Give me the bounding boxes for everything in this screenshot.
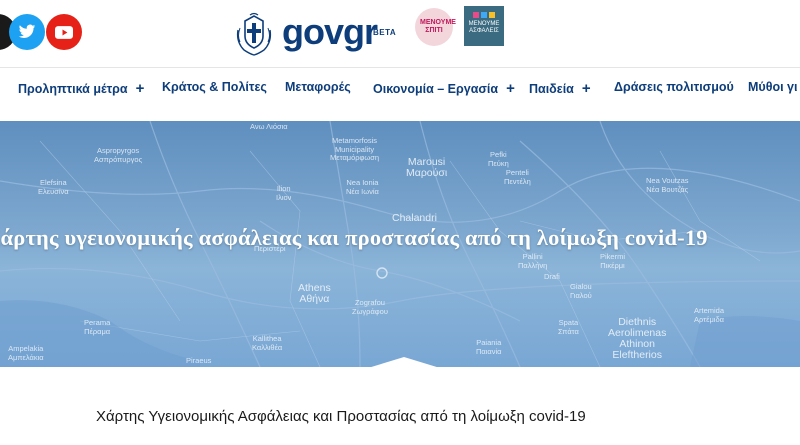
stay-safe-badge-label: ΜΕΝΟΥΜΕ ΑΣΦΑΛΕΙΣ [468,21,500,34]
map-label: Diethnis Aerolimenas Athinon Eleftherios [608,316,667,361]
badge-dots-icon [464,12,504,18]
nav-item-culture[interactable]: Δράσεις πολιτισμού [614,80,734,94]
nav-item-myths[interactable]: Μύθοι γι [748,80,797,94]
map-label: Drafi [544,272,560,281]
map-label: Athens Αθήνα [298,282,331,305]
beta-badge: BETA [373,28,397,37]
map-label: Nea Ionia Νέα Ιωνία [346,178,379,196]
greek-emblem-icon [234,12,274,56]
govgr-logo[interactable]: govgr [282,10,378,54]
page-subtitle: Χάρτης Υγειονομικής Ασφάλειας και Προστα… [96,408,586,425]
nav-item-transport[interactable]: Μεταφορές [285,80,351,94]
nav-item-preventive-measures[interactable]: Προληπτικά μέτρα + [18,80,144,97]
hero-banner: Ανω Λιόσια Metamorfosis Municipality Μετ… [0,121,800,367]
stay-home-badge[interactable]: ΜΕΝΟΥΜΕ ΣΠΙΤΙ [415,8,456,46]
map-label: Chalandri [392,212,437,224]
map-label: Paiania Παιανία [476,338,502,356]
map-label: Ανω Λιόσια [250,122,288,131]
nav-item-state-citizens[interactable]: Κράτος & Πολίτες [162,80,267,94]
stay-home-badge-label: ΜΕΝΟΥΜΕ ΣΠΙΤΙ [420,19,456,34]
nav-item-education[interactable]: Παιδεία + [529,80,591,97]
map-label: Metamorfosis Municipality Μεταμόρφωση [330,136,380,162]
map-label: Perama Πέραμα [84,318,111,336]
hero-notch [368,357,440,368]
map-label: Nea Voutzas Νέα Βουτζάς [646,176,689,194]
twitter-icon[interactable] [9,14,45,50]
map-label: Pallini Παλλήνη [518,252,548,270]
nav-item-label: Κράτος & Πολίτες [162,80,267,94]
nav-item-label: Δράσεις πολιτισμού [614,80,734,94]
map-label: Penteli Πεντέλη [504,168,531,186]
map-label: Ampelakia Αμπελάκια [8,344,44,362]
nav-item-label: Προληπτικά μέτρα [18,81,128,96]
stay-safe-badge[interactable]: ΜΕΝΟΥΜΕ ΑΣΦΑΛΕΙΣ [464,6,504,46]
map-label: Piraeus [186,356,212,365]
map-label: Pefki Πεύκη [488,150,509,168]
map-label: Ilion Ιλιον [276,184,292,202]
youtube-icon[interactable] [46,14,82,50]
map-label: Pikermi Πικέρμι [600,252,626,270]
map-label: Aspropyrgos Ασπρόπυργος [94,146,143,164]
logo-text-gov: gov [282,11,344,52]
nav-item-label: Μύθοι γι [748,80,798,94]
nav-item-label: Παιδεία [529,81,574,96]
main-navigation: Προληπτικά μέτρα + Κράτος & Πολίτες Μετα… [0,67,800,122]
map-label: Spata Σπάτα [558,318,579,336]
map-label: Marousi Μαρούσι [406,156,448,179]
map-label: Zografou Ζωγράφου [352,298,388,316]
nav-item-label: Μεταφορές [285,80,351,94]
nav-item-label: Οικονομία – Εργασία [373,81,499,96]
nav-item-economy-work[interactable]: Οικονομία – Εργασία + [373,80,515,97]
plus-icon[interactable]: + [582,80,591,97]
map-label: Artemida Αρτέμιδα [694,306,725,324]
map-label: Kallithea Καλλιθέα [252,334,283,352]
map-label: Elefsina Ελευσίνα [38,178,69,196]
plus-icon[interactable]: + [136,80,145,97]
map-label: Gialou Γιαλού [570,282,592,300]
logo-text-gr: gr [343,11,378,52]
plus-icon[interactable]: + [506,80,515,97]
hero-title-text: Χάρτης υγειονομικής ασφάλειας και προστα… [0,225,708,250]
top-bar: govgr BETA ΜΕΝΟΥΜΕ ΣΠΙΤΙ ΜΕΝΟΥΜΕ ΑΣΦΑΛΕΙ… [0,0,800,67]
